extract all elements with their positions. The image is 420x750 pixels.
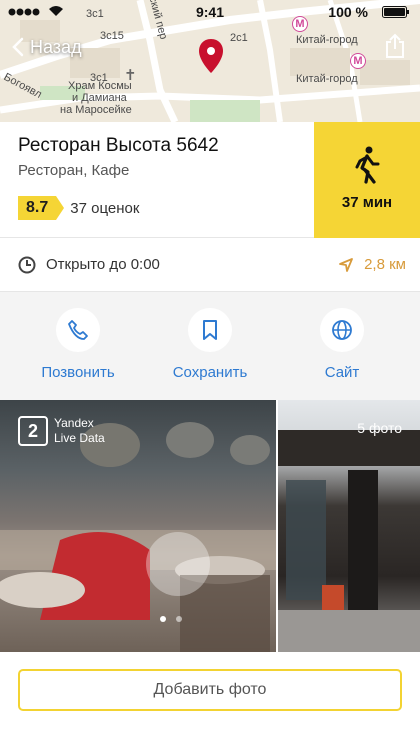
photo-exterior[interactable]: 5 фото [278,400,420,652]
reviews-count: 37 оценок [70,199,140,217]
yandex-live-data-badge: 2 Yandex Live Data [18,416,105,446]
map-label: 3с15 [100,30,124,42]
phone-icon [68,320,88,340]
navigation-arrow-icon [339,258,353,272]
touch-indicator [146,532,210,596]
pedestrian-icon [355,146,380,184]
walk-time: 37 мин [341,194,393,211]
save-button[interactable]: Сохранить [150,308,270,381]
metro-icon: M [350,53,366,69]
opening-hours: Открыто до 0:00 [46,256,160,273]
actions-bar: Позвонить Сохранить Сайт [0,292,420,400]
map-label: 2с1 [230,32,248,44]
call-label: Позвонить [41,364,115,381]
back-button[interactable]: Назад [12,33,82,61]
carousel-dot [160,616,166,622]
place-title: Ресторан Высота 5642 [18,135,219,156]
rating-badge: 8.7 [18,196,65,220]
carousel-dot [176,616,182,622]
battery-percent: 100 % [328,4,368,20]
bookmark-icon [203,320,217,340]
map-label: на Маросейке [60,104,132,116]
status-bar: 9:41 100 % [0,0,420,24]
provider-line1: Yandex [54,416,94,430]
place-card: Ресторан Высота 5642 Ресторан, Кафе 8.7 … [0,122,420,238]
chevron-left-icon [12,37,24,57]
exterior-sketch [278,430,420,652]
map-preview[interactable]: Китай-город M Китай-город M Храм Космы и… [0,0,420,122]
place-category: Ресторан, Кафе [18,162,130,179]
share-icon[interactable] [384,33,406,59]
website-label: Сайт [324,364,360,381]
back-label: Назад [30,36,82,57]
battery-icon [382,6,409,18]
photo-count: 5 фото [357,420,402,436]
church-icon: ✝ [124,67,137,84]
save-label: Сохранить [172,364,248,381]
save-icon-circle [188,308,232,352]
walk-route-button[interactable]: 37 мин [314,122,420,238]
website-button[interactable]: Сайт [282,308,402,381]
globe-icon [332,320,352,340]
map-label: Китай-город [296,73,358,85]
map-label: 3с1 [90,72,108,84]
call-icon-circle [56,308,100,352]
map-label: Китай-город [296,34,358,46]
call-button[interactable]: Позвонить [18,308,138,381]
location-pin-icon [199,39,223,73]
photo-interior[interactable]: 2 Yandex Live Data [0,400,276,652]
clock-icon [18,256,36,274]
live-data-logo-icon: 2 [18,416,48,446]
rating-row[interactable]: 8.7 37 оценок [18,196,139,220]
distance: 2,8 км [364,256,406,273]
map-label: и Дамиана [72,92,127,104]
add-photo-button[interactable]: Добавить фото [18,669,402,711]
provider-line2: Live Data [54,431,105,445]
carousel-dots [160,616,182,622]
hours-row[interactable]: Открыто до 0:00 2,8 км [0,238,420,292]
website-icon-circle [320,308,364,352]
add-photo-section: Добавить фото [0,652,420,750]
photo-gallery[interactable]: 2 Yandex Live Data 5 фото [0,400,420,652]
